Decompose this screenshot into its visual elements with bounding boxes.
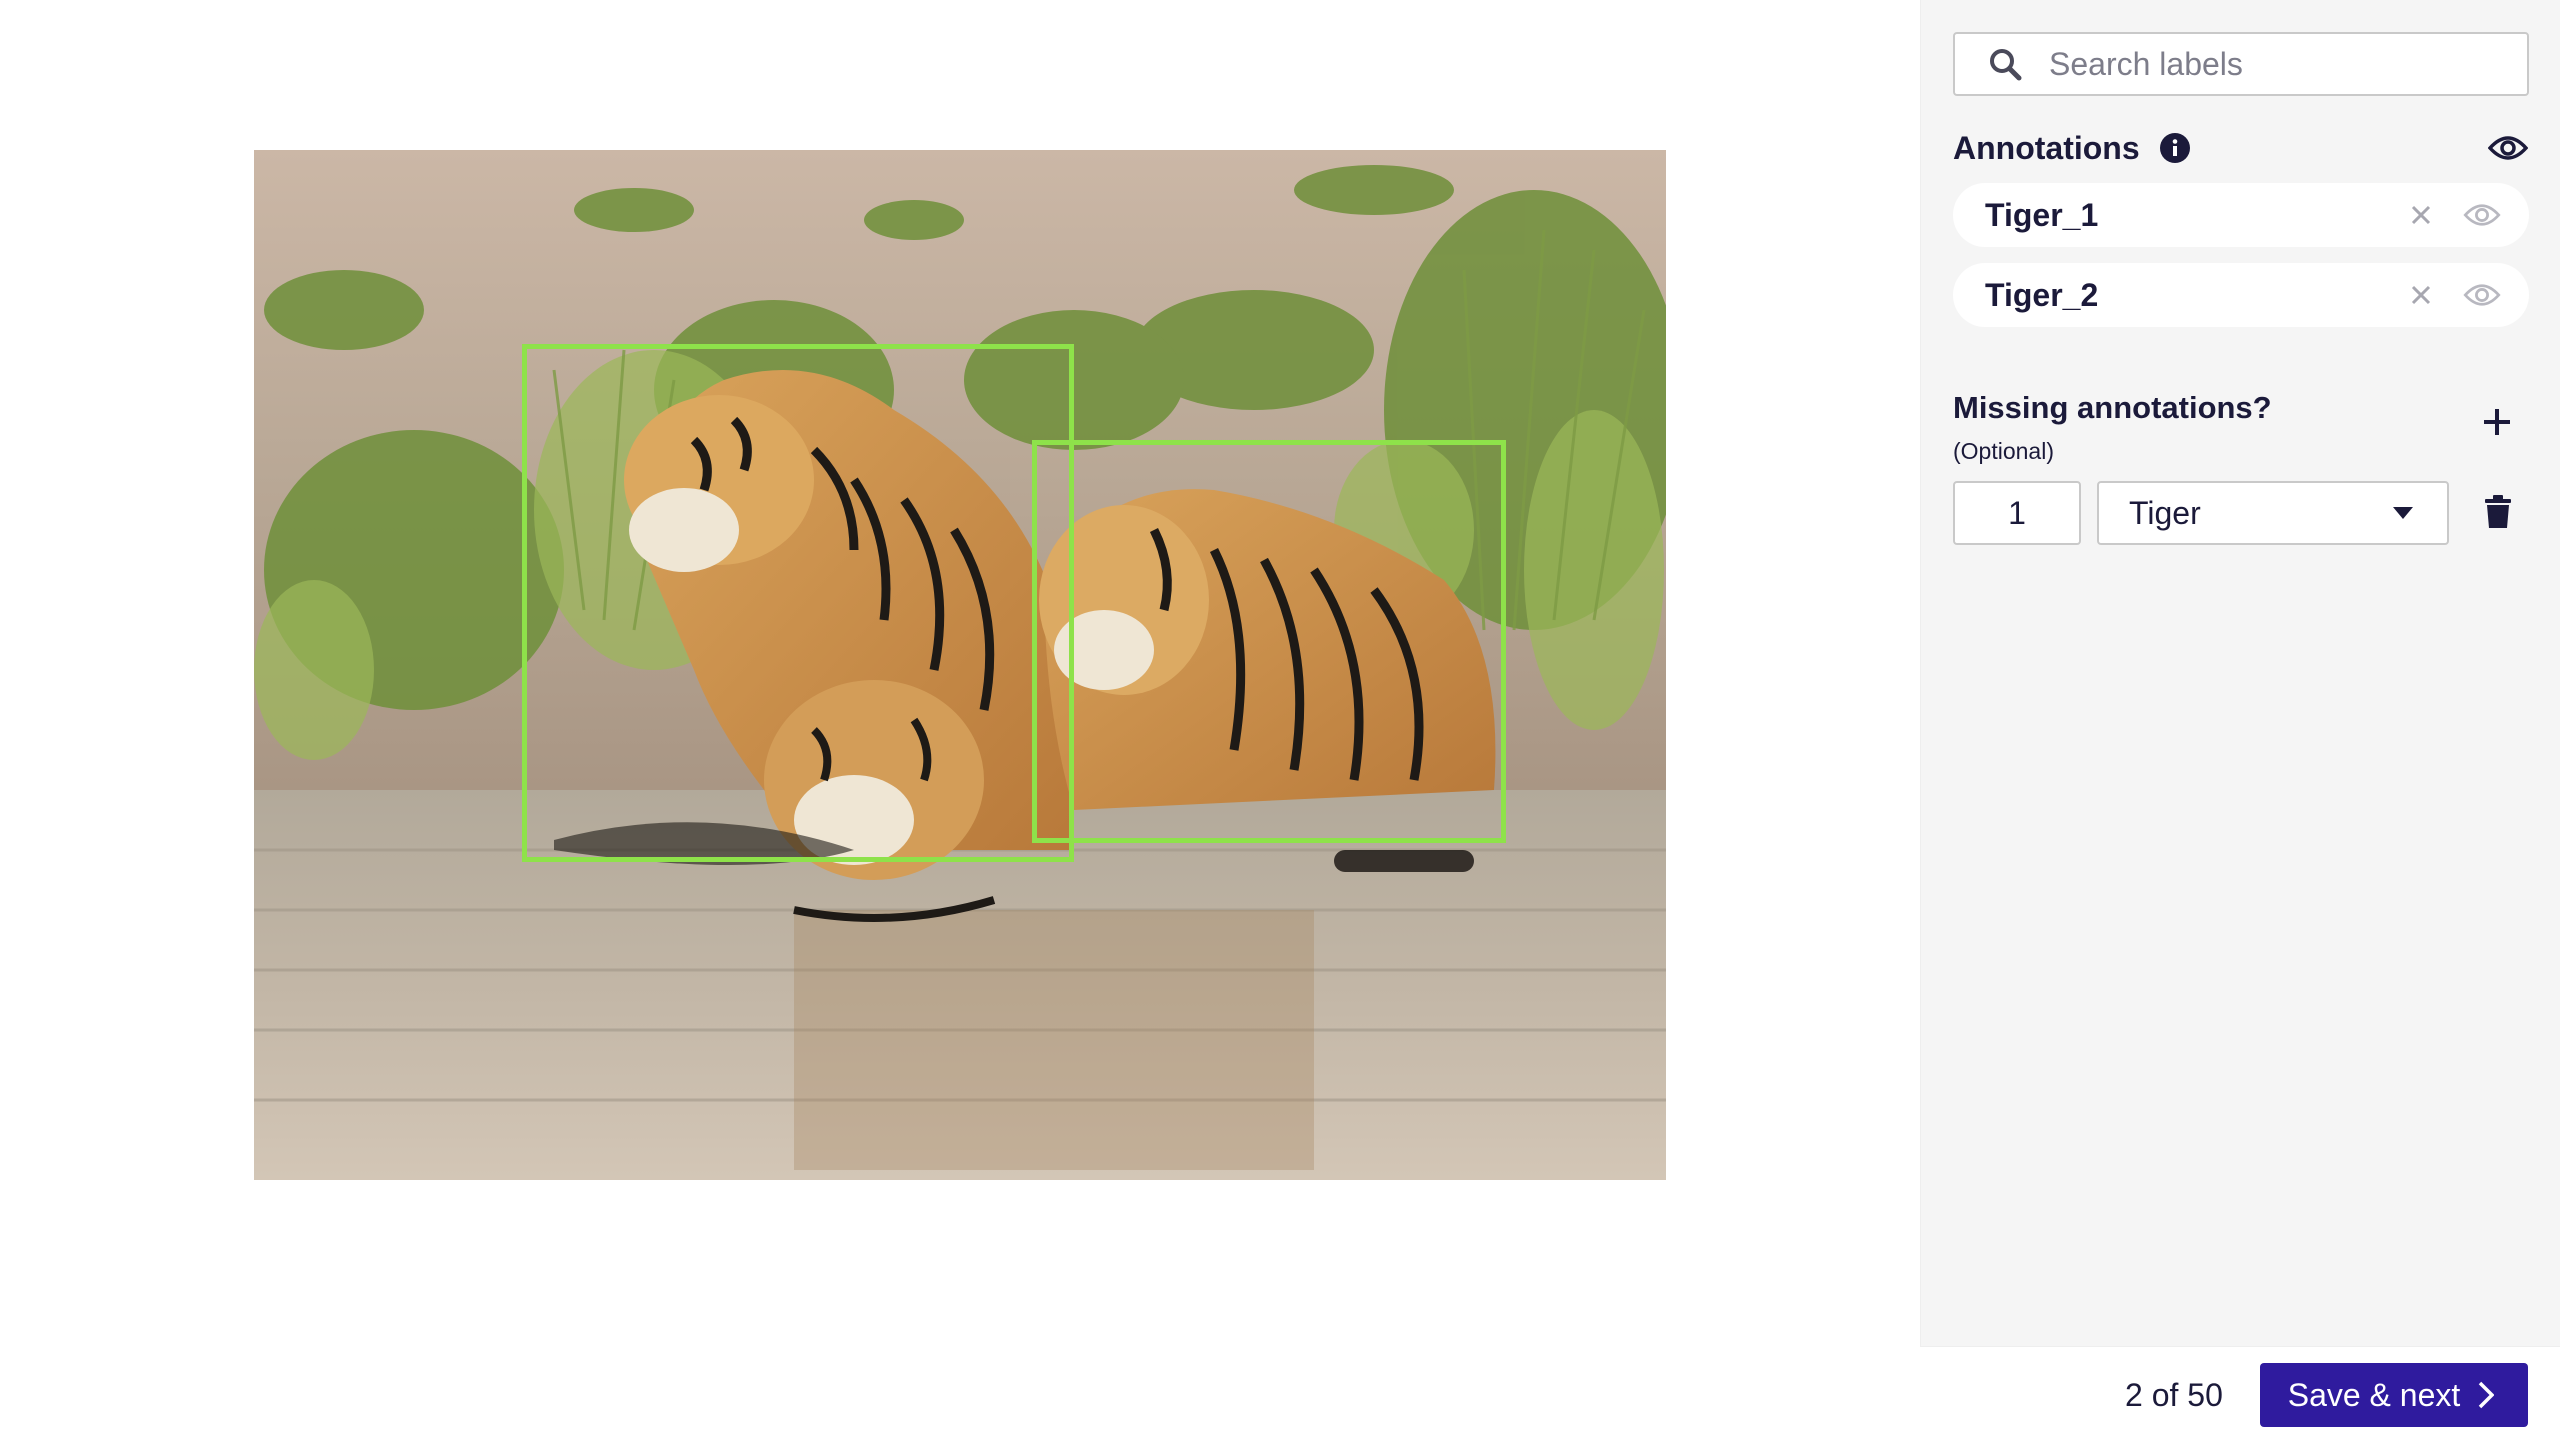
missing-annotations-title: Missing annotations? bbox=[1953, 390, 2272, 425]
missing-annotations-subtitle: (Optional) bbox=[1953, 438, 2054, 464]
annotation-sidebar: Annotations Tiger_1 Tiger_2 Missing anno… bbox=[1920, 0, 2560, 1440]
bounding-box-tiger-2[interactable] bbox=[1032, 440, 1506, 843]
search-icon bbox=[1985, 44, 2025, 84]
chevron-right-icon bbox=[2478, 1379, 2500, 1411]
image-canvas[interactable] bbox=[0, 0, 1920, 1440]
annotation-item-tiger-2[interactable]: Tiger_2 bbox=[1953, 263, 2529, 327]
missing-label-select[interactable]: Tiger bbox=[2097, 481, 2449, 545]
close-icon[interactable] bbox=[2401, 275, 2441, 315]
footer-bar: 2 of 50 Save & next bbox=[1920, 1346, 2560, 1440]
close-icon[interactable] bbox=[2401, 195, 2441, 235]
caret-down-icon bbox=[2389, 499, 2417, 527]
save-and-next-label: Save & next bbox=[2287, 1376, 2461, 1413]
missing-label-value: Tiger bbox=[2129, 494, 2201, 531]
eye-icon[interactable] bbox=[2461, 275, 2503, 315]
annotation-item-tiger-1[interactable]: Tiger_1 bbox=[1953, 183, 2529, 247]
annotation-label: Tiger_1 bbox=[1985, 196, 2099, 233]
annotations-title: Annotations bbox=[1953, 129, 2140, 166]
annotation-label: Tiger_2 bbox=[1985, 276, 2099, 313]
search-input[interactable] bbox=[2049, 45, 2489, 83]
missing-count-input[interactable] bbox=[1953, 481, 2081, 545]
save-and-next-button[interactable]: Save & next bbox=[2260, 1363, 2528, 1427]
search-box[interactable] bbox=[1953, 32, 2529, 96]
annotations-header: Annotations bbox=[1953, 124, 2529, 172]
toggle-all-visibility-eye-icon[interactable] bbox=[2487, 128, 2529, 168]
bounding-box-tiger-1[interactable] bbox=[522, 344, 1074, 862]
info-icon[interactable] bbox=[2158, 131, 2192, 165]
page-counter: 2 of 50 bbox=[2125, 1377, 2223, 1413]
eye-icon[interactable] bbox=[2461, 195, 2503, 235]
annotation-image[interactable] bbox=[254, 150, 1666, 1180]
trash-icon[interactable] bbox=[2481, 492, 2515, 532]
plus-icon[interactable] bbox=[2477, 402, 2517, 442]
